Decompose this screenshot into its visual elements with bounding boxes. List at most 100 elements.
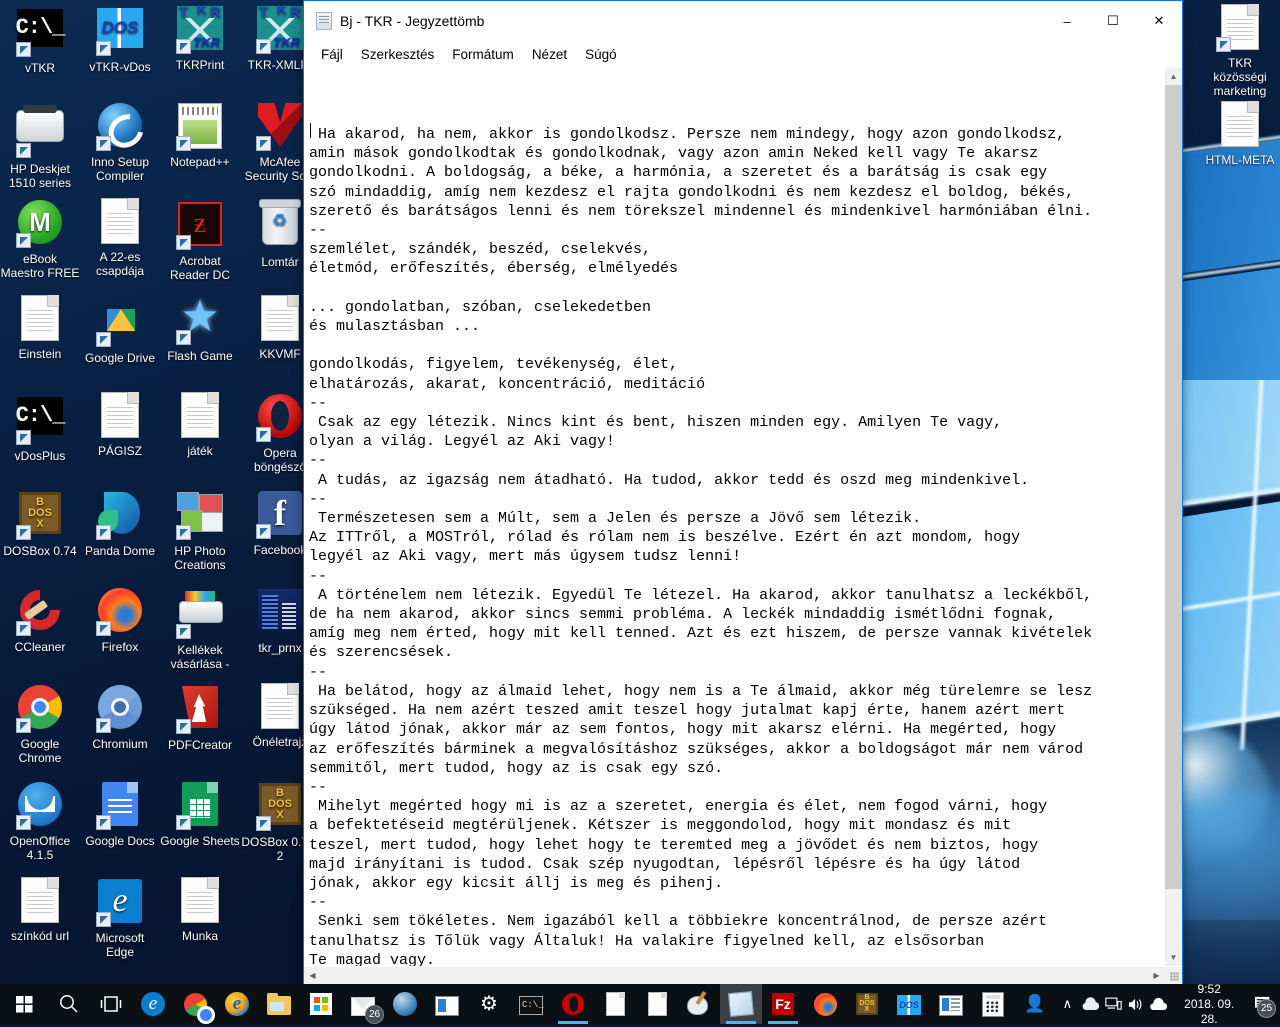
- desktop-icon-chromium[interactable]: Chromium: [80, 683, 160, 751]
- taskbar-item-mail[interactable]: 26: [342, 984, 384, 1024]
- resize-grip[interactable]: [1165, 967, 1182, 984]
- desktop-icon-label: PDFCreator: [167, 738, 232, 752]
- desktop-icon-notepad[interactable]: Notepad++: [160, 101, 240, 169]
- taskbar-item-file-explorer[interactable]: [258, 984, 300, 1024]
- taskbar-item-contacts[interactable]: [426, 984, 468, 1024]
- taskbar-item-chrome[interactable]: [174, 984, 216, 1024]
- taskbar-item-document[interactable]: [594, 984, 636, 1024]
- vertical-scroll-track[interactable]: [1165, 85, 1182, 949]
- maximize-button[interactable]: ☐: [1090, 1, 1136, 41]
- desktop-icon-label: Firefox: [101, 640, 139, 654]
- taskbar-item-firefox[interactable]: [804, 984, 846, 1024]
- vertical-scrollbar[interactable]: ▲ ▼: [1164, 68, 1182, 966]
- desktop-icon-dosbox-0-74[interactable]: B DOS X DOSBox 0.74: [0, 489, 80, 558]
- shortcut-arrow-icon: [16, 815, 31, 830]
- desktop-icon-kell-kek-v-s-rl-sa[interactable]: Kellékek vásárlása -: [160, 586, 240, 671]
- desktop-icon-acrobat-reader-dc[interactable]: ƶ Acrobat Reader DC: [160, 198, 240, 282]
- horizontal-scrollbar[interactable]: ◀ ▶: [304, 966, 1182, 984]
- notepad-window[interactable]: Bj - TKR - Jegyzettömb – ☐ ✕ Fájl Szerke…: [303, 0, 1183, 985]
- network-icon[interactable]: [1102, 984, 1125, 1024]
- cloud-icon[interactable]: [1148, 984, 1171, 1024]
- text-editor-area[interactable]: Ha akarod, ha nem, akkor is gondolkodsz.…: [304, 68, 1164, 966]
- desktop-icon-openoffice-4-1-5[interactable]: OpenOffice 4.1.5: [0, 780, 80, 862]
- desktop-icon-a-22-es-csapd-ja[interactable]: A 22-es csapdája: [80, 198, 160, 278]
- minimize-button[interactable]: –: [1044, 1, 1090, 41]
- desktop-icon-vdosplus[interactable]: C:\_ vDosPlus: [0, 392, 80, 463]
- desktop-icon-flash-game[interactable]: ★ Flash Game: [160, 295, 240, 364]
- desktop-icon-sz-nk-d-url[interactable]: színkód url: [0, 877, 80, 943]
- taskbar-item-document2[interactable]: [636, 984, 678, 1024]
- desktop-icon-google-docs[interactable]: Google Docs: [80, 780, 160, 848]
- desktop-icon-microsoft-edge[interactable]: e Microsoft Edge: [80, 877, 160, 959]
- desktop-icon-google-sheets[interactable]: Google Sheets: [160, 780, 240, 848]
- search-button[interactable]: [48, 984, 90, 1024]
- shortcut-arrow-icon: [96, 136, 111, 151]
- volume-icon[interactable]: [1125, 984, 1148, 1024]
- taskbar-item-settings[interactable]: ⚙: [468, 984, 510, 1024]
- desktop-icon-tkr-k-z-ss-gi-marketing[interactable]: TKR közösségi marketing: [1200, 4, 1280, 98]
- desktop-icon-html-meta[interactable]: HTML-META: [1200, 101, 1280, 167]
- menu-item-view[interactable]: Nézet: [523, 45, 576, 64]
- scroll-up-button[interactable]: ▲: [1165, 68, 1182, 85]
- taskbar-item-edge[interactable]: e: [132, 984, 174, 1024]
- menu-item-format[interactable]: Formátum: [443, 45, 523, 64]
- tray-chevron-icon[interactable]: ∧: [1056, 984, 1079, 1024]
- action-center-button[interactable]: 25: [1248, 984, 1278, 1024]
- desktop-icon-vtkr[interactable]: C:\_ vTKR: [0, 4, 80, 75]
- desktop-icon-inno-setup-compiler[interactable]: Inno Setup Compiler: [80, 101, 160, 183]
- dosbox-icon: B DOS X: [16, 492, 64, 540]
- scroll-left-button[interactable]: ◀: [304, 967, 321, 984]
- window-title: Bj - TKR - Jegyzettömb: [340, 13, 485, 29]
- system-tray[interactable]: ∧ 9:52 2018. 09. 28. 25: [1056, 982, 1280, 1026]
- menu-item-edit[interactable]: Szerkesztés: [352, 45, 444, 64]
- desktop-icon-hp-deskjet-1510-series[interactable]: HP Deskjet 1510 series: [0, 101, 80, 190]
- desktop-icon-firefox[interactable]: Firefox: [80, 586, 160, 654]
- desktop-icon-hp-photo-creations[interactable]: HP Photo Creations: [160, 489, 240, 572]
- start-button[interactable]: [0, 984, 48, 1024]
- taskbar-item-command-prompt[interactable]: C:\_: [510, 984, 552, 1024]
- desktop-icon-panda-dome[interactable]: Panda Dome: [80, 489, 160, 558]
- taskbar-item-internet-explorer[interactable]: e: [216, 984, 258, 1024]
- search-icon: [60, 995, 78, 1013]
- notepad-text-content[interactable]: Ha akarod, ha nem, akkor is gondolkodsz.…: [309, 125, 1164, 966]
- desktop-icon-j-t-k[interactable]: játék: [160, 392, 240, 458]
- desktop-icon-einstein[interactable]: Einstein: [0, 295, 80, 361]
- desktop-icon-ccleaner[interactable]: CCleaner: [0, 586, 80, 654]
- taskbar[interactable]: e e 26 ⚙ C:\_ Fz B DOS X DOS 👤 ∧ 9:52 2018. 09. 28…: [0, 982, 1280, 1026]
- desktop-icon-tkrprint[interactable]: T K R TKR TKRPrint: [160, 3, 240, 73]
- taskbar-item-paint[interactable]: [678, 984, 720, 1024]
- settings-gear-icon: ⚙: [480, 993, 498, 1015]
- desktop-icon-google-drive[interactable]: Google Drive: [80, 295, 160, 365]
- taskbar-item-people[interactable]: 👤: [1014, 984, 1056, 1024]
- taskbar-item-microsoft-store[interactable]: [300, 984, 342, 1024]
- task-view-button[interactable]: [90, 984, 132, 1024]
- scroll-down-button[interactable]: ▼: [1165, 949, 1182, 966]
- desktop-icon-p-gisz[interactable]: PÁGISZ: [80, 392, 160, 458]
- taskbar-item-window-app[interactable]: [930, 984, 972, 1024]
- close-button[interactable]: ✕: [1136, 1, 1182, 41]
- desktop-icon-google-chrome[interactable]: Google Chrome: [0, 683, 80, 765]
- clock[interactable]: 9:52 2018. 09. 28.: [1170, 982, 1248, 1026]
- scroll-right-button[interactable]: ▶: [1148, 967, 1165, 984]
- taskbar-item-filezilla[interactable]: Fz: [762, 984, 804, 1024]
- desktop-icon-ebook-maestro-free[interactable]: MeBook Maestro FREE: [0, 198, 80, 280]
- menu-item-file[interactable]: Fájl: [312, 45, 352, 64]
- desktop-icon-vtkr-vdos[interactable]: DOS vTKR-vDos: [80, 4, 160, 74]
- notepad-icon: [316, 12, 332, 30]
- menu-item-help[interactable]: Súgó: [576, 45, 626, 64]
- taskbar-item-notepad[interactable]: [720, 984, 762, 1024]
- vertical-scroll-thumb[interactable]: [1165, 85, 1182, 889]
- taskbar-item-calculator[interactable]: [972, 984, 1014, 1024]
- taskbar-item-dosbox[interactable]: B DOS X: [846, 984, 888, 1024]
- taskbar-item-thunderbird[interactable]: [384, 984, 426, 1024]
- document-icon: [645, 992, 669, 1016]
- desktop-icon-munka[interactable]: Munka: [160, 877, 240, 943]
- notepad-title-bar[interactable]: Bj - TKR - Jegyzettömb – ☐ ✕: [304, 1, 1182, 41]
- horizontal-scroll-track[interactable]: [321, 967, 1148, 984]
- onedrive-cloud-icon[interactable]: [1079, 984, 1102, 1024]
- taskbar-item-vdos[interactable]: DOS: [888, 984, 930, 1024]
- desktop-icon-pdfcreator[interactable]: PDFCreator: [160, 683, 240, 752]
- taskbar-item-opera[interactable]: [552, 984, 594, 1024]
- menu-bar[interactable]: Fájl Szerkesztés Formátum Nézet Súgó: [304, 41, 1182, 67]
- desktop-icon-label: DOSBox 0.74: [3, 544, 77, 558]
